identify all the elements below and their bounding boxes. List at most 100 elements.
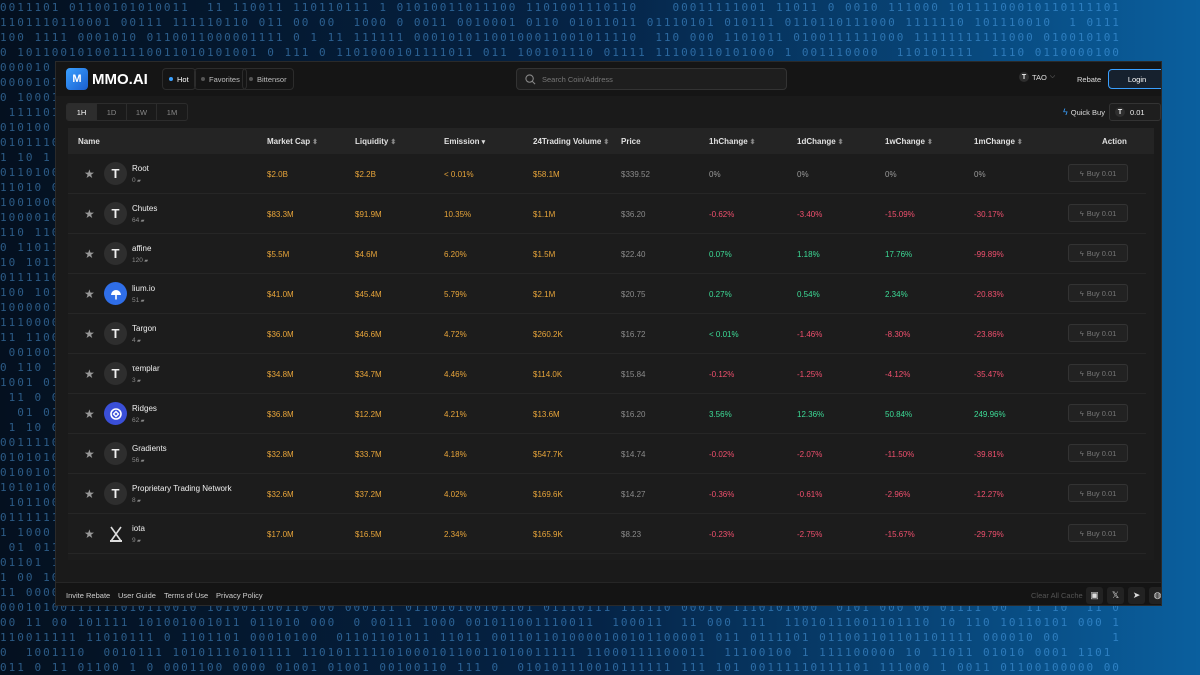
subnet-name[interactable]: Proprietary Trading Network bbox=[132, 484, 232, 493]
buy-button[interactable]: ϟ Buy 0.01 bbox=[1068, 204, 1128, 222]
header-volume[interactable]: 24Trading Volume ⬍ bbox=[533, 137, 609, 146]
buy-button[interactable]: ϟ Buy 0.01 bbox=[1068, 404, 1128, 422]
cell-d1: -2.75% bbox=[797, 530, 823, 539]
favorite-star-icon[interactable]: ★ bbox=[84, 367, 95, 381]
table-row[interactable]: ★ T Targon 4 ▰ $36.0M $46.6M 4.72% $260.2K $16.7… bbox=[68, 314, 1146, 354]
subnet-name[interactable]: Gradients bbox=[132, 444, 167, 453]
favorite-star-icon[interactable]: ★ bbox=[84, 287, 95, 301]
table-row[interactable]: ★ lium.io 51 ▰ $41.0M $45.4M 5.79% $2.1M $20.75… bbox=[68, 274, 1146, 314]
table-row[interactable]: ★ T Gradients 56 ▰ $32.8M $33.7M 4.18% $547.7K $… bbox=[68, 434, 1146, 474]
buy-button[interactable]: ϟ Buy 0.01 bbox=[1068, 444, 1128, 462]
bolt-icon: ϟ bbox=[1079, 528, 1084, 538]
subnet-tao-icon: T bbox=[104, 362, 127, 385]
sort-icon: ⬍ bbox=[390, 139, 397, 146]
telegram-icon[interactable]: ➤ bbox=[1128, 587, 1145, 604]
favorite-star-icon[interactable]: ★ bbox=[84, 247, 95, 261]
table-row[interactable]: ★ T Chutes 64 ▰ $83.3M $91.9M 10.35% $1.1M $36.2… bbox=[68, 194, 1146, 234]
buy-button[interactable]: ϟ Buy 0.01 bbox=[1068, 484, 1128, 502]
tab-bittensor[interactable]: Bittensor bbox=[242, 68, 294, 90]
search-input[interactable]: Search Coin/Address bbox=[516, 68, 787, 90]
login-button[interactable]: Login bbox=[1108, 69, 1161, 89]
favorite-star-icon[interactable]: ★ bbox=[84, 327, 95, 341]
table-row[interactable]: ★ T Proprietary Trading Network 8 ▰ $32.6M $3… bbox=[68, 474, 1146, 514]
footer-privacy[interactable]: Privacy Policy bbox=[216, 591, 263, 600]
x-icon[interactable]: 𝕏 bbox=[1107, 587, 1124, 604]
cell-price: $16.72 bbox=[621, 330, 646, 339]
buy-label: Buy 0.01 bbox=[1086, 408, 1117, 418]
tab-hot[interactable]: Hot bbox=[162, 68, 196, 90]
favorite-star-icon[interactable]: ★ bbox=[84, 527, 95, 541]
tab-1h[interactable]: 1H bbox=[67, 104, 97, 120]
tab-1w[interactable]: 1W bbox=[127, 104, 157, 120]
tab-label: Hot bbox=[177, 74, 189, 84]
bolt-icon: ϟ bbox=[1079, 328, 1084, 338]
favorite-star-icon[interactable]: ★ bbox=[84, 407, 95, 421]
tab-label: Favorites bbox=[209, 74, 240, 84]
globe-icon[interactable]: ◍ bbox=[1149, 587, 1161, 604]
tab-favorites[interactable]: Favorites bbox=[194, 68, 247, 90]
rebate-link[interactable]: Rebate bbox=[1077, 75, 1101, 84]
header-emission[interactable]: Emission ▾ bbox=[444, 137, 485, 146]
buy-button[interactable]: ϟ Buy 0.01 bbox=[1068, 164, 1128, 182]
subnet-name[interactable]: affine bbox=[132, 244, 151, 253]
cell-m1: -99.89% bbox=[974, 250, 1004, 259]
buy-label: Buy 0.01 bbox=[1086, 488, 1117, 498]
cell-liquidity: $12.2M bbox=[355, 410, 382, 419]
header-market-cap[interactable]: Market Cap ⬍ bbox=[267, 137, 318, 146]
cell-d1: -1.46% bbox=[797, 330, 823, 339]
app-icon[interactable]: ▣ bbox=[1086, 587, 1103, 604]
table-row[interactable]: ★ Taffine 120 ▰ $5.5M $4.6M 6.20% $1.5M $22.40 0… bbox=[68, 234, 1146, 274]
quick-buy[interactable]: ϟ Quick Buy bbox=[1063, 107, 1105, 117]
cell-m1: -12.27% bbox=[974, 490, 1004, 499]
footer-invite-rebate[interactable]: Invite Rebate bbox=[66, 591, 110, 600]
indicator-bar bbox=[336, 605, 356, 606]
tab-1m[interactable]: 1M bbox=[157, 104, 187, 120]
table-row[interactable]: ★ T Root 0 ▰ $2.0B $2.2B < 0.01% $58.1M $339.52 0… bbox=[68, 154, 1146, 194]
cell-liquidity: $45.4M bbox=[355, 290, 382, 299]
header-liquidity[interactable]: Liquidity ⬍ bbox=[355, 137, 396, 146]
currency-select[interactable]: T TAO ⌵ bbox=[1019, 72, 1055, 82]
subnet-name[interactable]: lium.io bbox=[132, 284, 155, 293]
header-1d-change[interactable]: 1dChange ⬍ bbox=[797, 137, 844, 146]
favorite-star-icon[interactable]: ★ bbox=[84, 167, 95, 181]
table-row[interactable]: ★ Ridges 62 ▰ $36.8M $12.2M 4.21% $13.6M $16.20… bbox=[68, 394, 1146, 434]
cell-liquidity: $2.2B bbox=[355, 170, 376, 179]
clear-cache-button[interactable]: Clear All Cache bbox=[1031, 591, 1083, 600]
table-row[interactable]: ★ iota 9 ▰ $17.0M $16.5M 2.34% $165.9K $8.23 -0.… bbox=[68, 514, 1146, 554]
buy-button[interactable]: ϟ Buy 0.01 bbox=[1068, 524, 1128, 542]
copy-icon: ▰ bbox=[135, 378, 141, 384]
subnet-name[interactable]: τemplar bbox=[132, 364, 160, 373]
favorite-star-icon[interactable]: ★ bbox=[84, 207, 95, 221]
tab-1d[interactable]: 1D bbox=[97, 104, 127, 120]
cell-w1: 2.34% bbox=[885, 290, 908, 299]
buy-button[interactable]: ϟ Buy 0.01 bbox=[1068, 364, 1128, 382]
header-1h-change[interactable]: 1hChange ⬍ bbox=[709, 137, 756, 146]
favorite-star-icon[interactable]: ★ bbox=[84, 487, 95, 501]
sort-icon: ▾ bbox=[481, 139, 486, 146]
subnet-name[interactable]: iota bbox=[132, 524, 145, 533]
quick-buy-amount-input[interactable]: T 0.01 bbox=[1109, 103, 1161, 121]
buy-button[interactable]: ϟ Buy 0.01 bbox=[1068, 244, 1128, 262]
footer-terms[interactable]: Terms of Use bbox=[164, 591, 208, 600]
subnet-name[interactable]: Targon bbox=[132, 324, 156, 333]
logo[interactable]: M MMO.AI bbox=[66, 68, 148, 90]
subnet-name[interactable]: Chutes bbox=[132, 204, 157, 213]
subnet-tao-icon: T bbox=[104, 242, 127, 265]
subnet-name[interactable]: Root bbox=[132, 164, 149, 173]
chevron-down-icon: ⌵ bbox=[1049, 73, 1056, 80]
tao-icon: T bbox=[1115, 107, 1125, 117]
header-1m-change[interactable]: 1mChange ⬍ bbox=[974, 137, 1023, 146]
table-row[interactable]: ★ Tτemplar 3 ▰ $34.8M $34.7M 4.46% $114.0K $15.… bbox=[68, 354, 1146, 394]
buy-button[interactable]: ϟ Buy 0.01 bbox=[1068, 284, 1128, 302]
buy-button[interactable]: ϟ Buy 0.01 bbox=[1068, 324, 1128, 342]
cell-emission: 2.34% bbox=[444, 530, 467, 539]
subnet-count: 120 ▰ bbox=[132, 257, 148, 264]
bolt-icon: ϟ bbox=[1079, 248, 1084, 258]
favorite-star-icon[interactable]: ★ bbox=[84, 447, 95, 461]
bolt-icon: ϟ bbox=[1063, 107, 1068, 117]
cell-price: $14.74 bbox=[621, 450, 646, 459]
header-1w-change[interactable]: 1wChange ⬍ bbox=[885, 137, 933, 146]
footer-user-guide[interactable]: User Guide bbox=[118, 591, 156, 600]
iota-logo-icon bbox=[104, 522, 127, 545]
subnet-name[interactable]: Ridges bbox=[132, 404, 157, 413]
